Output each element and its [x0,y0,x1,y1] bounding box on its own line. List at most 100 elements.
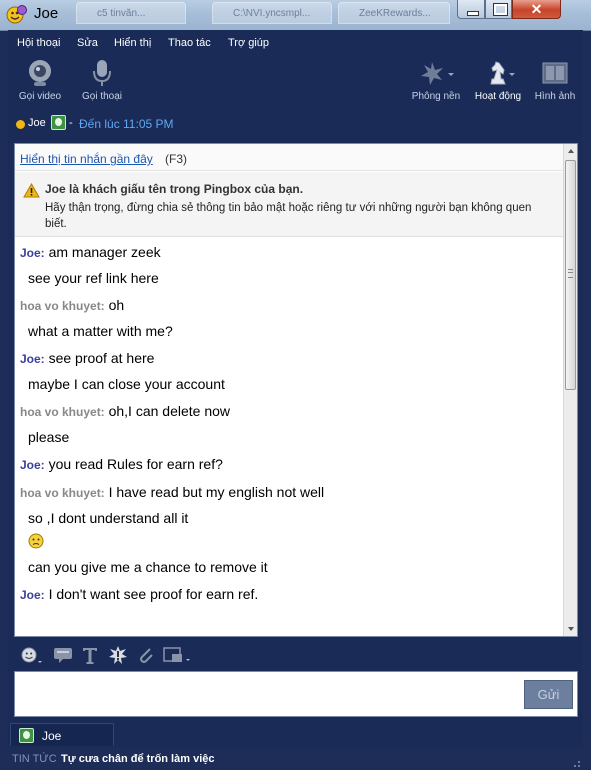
voice-call-button[interactable]: Gọi thoại [78,58,126,110]
sender-name: hoa vo khuyet: [20,405,105,419]
pingbox-icon [19,728,34,743]
message-text: oh [108,297,125,313]
buzz-icon[interactable] [108,645,128,665]
pingbox-icon [51,115,66,130]
chat-message: hoa vo khuyet: I have read but my englis… [20,484,324,500]
window-title: Joe [34,5,59,22]
font-icon[interactable] [80,645,100,665]
background-label: Phông nền [411,91,461,102]
chess-knight-icon [490,61,515,85]
webcam-icon [29,60,51,86]
warning-title: Joe là khách giấu tên trong Pingbox của … [45,182,304,196]
menu-edit[interactable]: Sửa [77,37,98,49]
message-text: I have read but my english not well [108,484,325,500]
chat-message: Joe: am manager zeek [20,244,161,260]
sender-name: Joe: [20,588,45,602]
message-text: see proof at here [48,350,155,366]
close-button[interactable]: ✕ [512,0,561,19]
chat-message: maybe I can close your account [28,376,225,392]
worried-emoticon-icon [28,533,44,549]
menu-help[interactable]: Trợ giúp [228,37,269,49]
attach-icon[interactable] [136,645,156,665]
sender-name: hoa vo khuyet: [20,486,105,500]
status-indicator-icon [16,120,25,129]
message-text: oh,I can delete now [108,403,230,419]
close-icon: ✕ [530,1,543,17]
menu-bar: Hội thoại Sửa Hiển thị Thao tác Trợ giúp [8,30,583,56]
message-text: am manager zeek [48,244,161,260]
status-time: Đến lúc 11:05 PM [79,117,174,131]
shortcut-hint: (F3) [165,152,187,166]
status-separator: - [69,117,73,129]
background-tab: C:\NVI.yncsmpl... [212,2,332,24]
scroll-down-icon[interactable] [564,622,577,636]
news-ticker: TIN TỨC Tự cưa chân để trốn làm việc [8,750,583,770]
background-tab: c5 tinvăn... [76,2,186,24]
screenshot-icon[interactable] [162,645,192,665]
message-text: I don't want see proof for earn ref. [48,586,259,602]
chat-message: can you give me a chance to remove it [28,559,268,575]
picture-button[interactable]: Hình ảnh [530,58,580,110]
video-call-label: Gọi video [18,91,62,102]
message-text: please [28,429,70,445]
message-text: maybe I can close your account [28,376,225,392]
tab-label: Joe [42,729,62,743]
sender-name: Joe: [20,352,45,366]
scroll-up-icon[interactable] [564,144,577,158]
background-taskbar-tabs: c5 tinvăn... C:\NVI.yncsmpl... ZeeKRewar… [62,2,452,26]
send-button[interactable]: Gửi [524,680,573,709]
activities-button[interactable]: Hoạt động [472,58,524,110]
menu-view[interactable]: Hiển thị [114,37,151,49]
leaf-icon [421,62,454,85]
video-call-button[interactable]: Gọi video [16,58,64,110]
chat-message: hoa vo khuyet: oh [20,297,124,313]
warning-text: Hãy thận trọng, đừng chia sẻ thông tin b… [45,202,532,230]
microphone-icon [93,60,111,86]
messenger-window: Hội thoại Sửa Hiển thị Thao tác Trợ giúp… [8,30,583,767]
minimize-button[interactable] [457,0,485,19]
conversation-scrollbar[interactable] [563,144,577,636]
anonymous-warning: Joe là khách giấu tên trong Pingbox của … [15,172,563,237]
ticker-headline[interactable]: Tự cưa chân để trốn làm việc [61,753,214,765]
sender-name: hoa vo khuyet: [20,299,105,313]
sender-name: Joe: [20,246,45,260]
sender-name: Joe: [20,458,45,472]
chat-message: so ,I dont understand all it [28,510,188,526]
conversation-tab-joe[interactable]: Joe [10,723,114,746]
chat-message: what a matter with me? [28,323,173,339]
activities-label: Hoạt động [474,91,522,102]
maximize-button[interactable] [485,0,512,19]
message-text: what a matter with me? [28,323,173,339]
contact-name[interactable]: Joe [28,117,46,129]
message-input[interactable]: Gửi [14,671,578,717]
show-recent-messages-link[interactable]: Hiển thị tin nhắn gần đây [20,152,153,166]
emoticon-icon[interactable] [20,645,44,665]
warning-icon [23,183,40,198]
conversation-panel[interactable]: Hiển thị tin nhắn gần đây (F3) Joe là kh… [14,143,578,637]
recent-messages-bar: Hiển thị tin nhắn gần đây (F3) [15,144,563,171]
message-text: you read Rules for earn ref? [48,456,223,472]
resize-grip-icon[interactable] [571,758,581,768]
voice-call-label: Gọi thoại [81,91,123,102]
menu-conversation[interactable]: Hội thoại [17,37,60,49]
menu-actions[interactable]: Thao tác [168,37,211,49]
ticker-tag: TIN TỨC [12,753,57,765]
conversation-tabs: Joe [8,720,583,746]
message-text: so ,I dont understand all it [28,510,189,526]
chat-message: see your ref link here [28,270,159,286]
background-tab: ZeeKRewards... [338,2,450,24]
message-text: see your ref link here [28,270,159,286]
chat-message: hoa vo khuyet: oh,I can delete now [20,403,230,419]
compose-toolbar [14,641,578,669]
contact-status-line: Joe - Đến lúc 11:05 PM [8,114,583,132]
background-button[interactable]: Phông nền [410,58,462,110]
message-text: can you give me a chance to remove it [28,559,268,575]
scroll-thumb[interactable] [565,160,576,390]
picture-icon [542,62,568,84]
chat-message: Joe: you read Rules for earn ref? [20,456,223,472]
chat-message: Joe: I don't want see proof for earn ref… [20,586,258,602]
toolbar: Gọi video Gọi thoại Phông nền Hoạt động [8,56,583,112]
title-bar[interactable]: Joe c5 tinvăn... C:\NVI.yncsmpl... ZeeKR… [0,0,591,31]
nudge-icon[interactable] [52,645,74,665]
picture-label: Hình ảnh [534,91,576,102]
